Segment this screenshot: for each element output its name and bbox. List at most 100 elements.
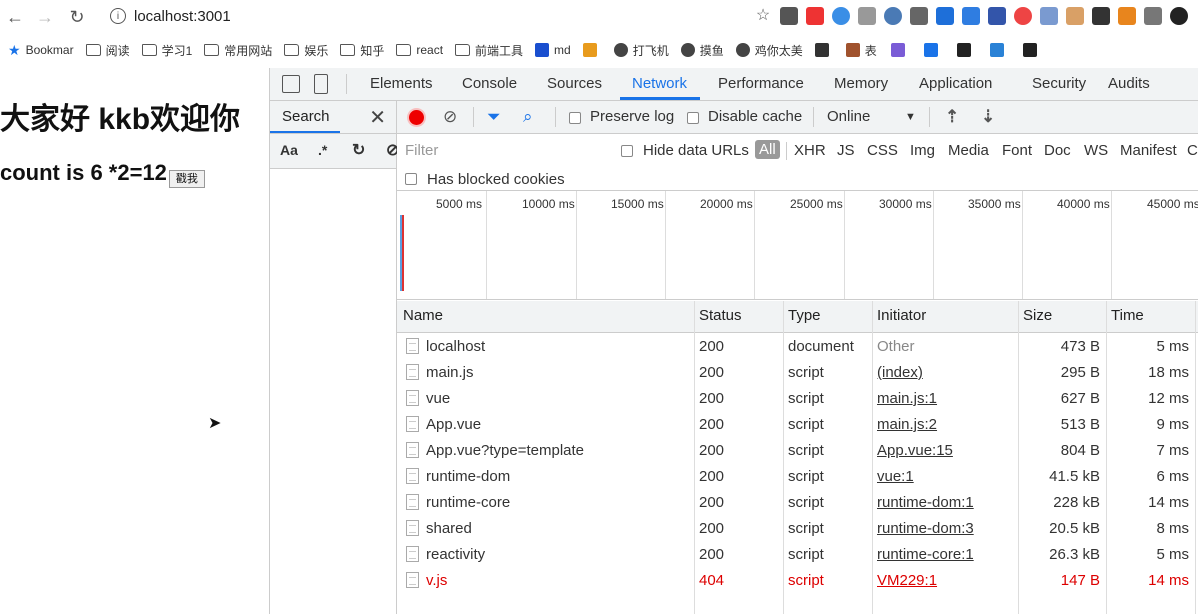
bookmark-favicon-icon[interactable] <box>989 43 1004 57</box>
table-row[interactable]: runtime-core 200 script runtime-dom:1 228 kB… <box>397 489 1198 515</box>
request-initiator[interactable]: (index) <box>877 364 923 381</box>
filter-type-all[interactable]: All <box>755 140 780 159</box>
bookmark-item[interactable]: ★ Bookmar <box>8 42 74 59</box>
site-info-icon[interactable]: i <box>110 8 126 24</box>
blocked-cookies-checkbox[interactable] <box>405 173 417 185</box>
tab-network[interactable]: Network <box>632 68 687 100</box>
filter-type-font[interactable]: Font <box>1002 142 1032 159</box>
network-overview[interactable]: 5000 ms 10000 ms 15000 ms 20000 ms 25000 ms 3… <box>397 191 1198 300</box>
tab-console[interactable]: Console <box>462 68 517 100</box>
throttle-select[interactable]: Online <box>827 108 870 125</box>
column-header-type[interactable]: Type <box>788 307 821 324</box>
extension-window-icon[interactable] <box>988 7 1006 25</box>
disable-cache-checkbox[interactable] <box>687 112 699 124</box>
bookmark-item[interactable]: react <box>396 43 443 57</box>
bookmark-item[interactable]: 阅读 <box>85 42 130 59</box>
request-initiator[interactable]: runtime-dom:1 <box>877 494 974 511</box>
request-initiator[interactable]: main.js:2 <box>877 416 937 433</box>
extension-qr-icon[interactable] <box>1092 7 1110 25</box>
table-row[interactable]: localhost 200 document Other 473 B 5 ms <box>397 333 1198 359</box>
search-tab[interactable]: Search <box>270 101 340 133</box>
address-bar[interactable]: localhost:3001 <box>134 8 231 25</box>
request-initiator[interactable]: vue:1 <box>877 468 914 485</box>
extension-robot-icon[interactable] <box>1040 7 1058 25</box>
bookmark-item[interactable]: md <box>535 43 571 57</box>
forward-button[interactable]: → <box>34 6 56 28</box>
poke-button[interactable]: 戳我 <box>168 170 205 188</box>
tab-memory[interactable]: Memory <box>834 68 888 100</box>
filter-type-xhr[interactable]: XHR <box>794 142 826 159</box>
column-header-size[interactable]: Size <box>1023 307 1052 324</box>
extension-v-icon[interactable] <box>936 7 954 25</box>
bookmark-item[interactable]: 娱乐 <box>284 42 328 59</box>
column-header-time[interactable]: Time <box>1111 307 1144 324</box>
bookmark-favicon-icon[interactable] <box>956 43 971 57</box>
extension-recycle-icon[interactable] <box>780 7 798 25</box>
column-header-name[interactable]: Name <box>403 307 443 324</box>
filter-input[interactable]: Filter <box>405 142 438 159</box>
filter-type-img[interactable]: Img <box>910 142 935 159</box>
tab-application[interactable]: Application <box>919 68 992 100</box>
tab-audits[interactable]: Audits <box>1108 68 1150 100</box>
bookmark-item[interactable]: 前端工具 <box>455 42 523 59</box>
request-initiator[interactable]: main.js:1 <box>877 390 937 407</box>
request-initiator[interactable]: runtime-dom:3 <box>877 520 974 537</box>
extension-fe-icon[interactable] <box>806 7 824 25</box>
refresh-icon[interactable]: ↻ <box>352 140 365 160</box>
bookmark-item[interactable] <box>814 43 834 57</box>
bookmark-item[interactable]: 表 <box>845 42 877 59</box>
extension-fox-icon[interactable] <box>1118 7 1136 25</box>
tab-sources[interactable]: Sources <box>547 68 602 100</box>
extension-v2-icon[interactable] <box>1144 7 1162 25</box>
record-icon[interactable] <box>409 110 424 125</box>
bookmark-item[interactable]: 知乎 <box>340 42 384 59</box>
filter-type-ws[interactable]: WS <box>1084 142 1108 159</box>
bookmark-item[interactable]: 常用网站 <box>204 42 272 59</box>
inspect-element-icon[interactable] <box>282 75 300 93</box>
back-button[interactable]: ← <box>4 6 26 28</box>
import-har-icon[interactable]: ⇡ <box>945 107 959 127</box>
request-initiator[interactable]: VM229:1 <box>877 572 937 589</box>
bookmark-item[interactable]: 学习1 <box>141 42 192 59</box>
export-har-icon[interactable]: ⇣ <box>981 107 995 127</box>
close-icon[interactable]: ✕ <box>369 105 386 130</box>
column-header-initiator[interactable]: Initiator <box>877 307 926 324</box>
filter-type-css[interactable]: CSS <box>867 142 898 159</box>
extension-shield-icon[interactable] <box>858 7 876 25</box>
filter-type-js[interactable]: JS <box>837 142 855 159</box>
filter-icon[interactable]: ⏷ <box>487 107 501 127</box>
bookmark-item[interactable]: 打飞机 <box>613 42 669 59</box>
bookmark-item[interactable]: 鸡你太美 <box>735 42 803 59</box>
table-row[interactable]: reactivity 200 script runtime-core:1 26.3 kB… <box>397 541 1198 567</box>
tab-elements[interactable]: Elements <box>370 68 433 100</box>
bookmark-item[interactable]: 摸鱼 <box>680 42 724 59</box>
clear-log-icon[interactable]: ⊘ <box>443 107 457 127</box>
search-icon[interactable]: ⌕ <box>523 107 533 127</box>
extension-pocket-icon[interactable] <box>962 7 980 25</box>
request-initiator[interactable]: runtime-core:1 <box>877 546 974 563</box>
extension-face-icon[interactable] <box>1066 7 1084 25</box>
bookmark-favicon-icon[interactable] <box>890 43 905 57</box>
filter-type-manifest[interactable]: Manifest <box>1120 142 1177 159</box>
regex-icon[interactable]: .* <box>318 142 327 158</box>
filter-type-media[interactable]: Media <box>948 142 989 159</box>
reload-button[interactable]: ↻ <box>66 6 88 28</box>
bookmark-favicon-icon[interactable] <box>923 43 938 57</box>
table-row[interactable]: App.vue?type=template 200 script App.vue:15… <box>397 437 1198 463</box>
match-case-icon[interactable]: Aa <box>280 142 298 158</box>
table-row[interactable]: shared 200 script runtime-dom:3 20.5 kB 8 ms <box>397 515 1198 541</box>
column-header-status[interactable]: Status <box>699 307 742 324</box>
extension-globe-icon[interactable] <box>884 7 902 25</box>
request-initiator[interactable]: App.vue:15 <box>877 442 953 459</box>
bookmark-star-icon[interactable]: ☆ <box>754 7 772 25</box>
table-row[interactable]: App.vue 200 script main.js:2 513 B 9 ms <box>397 411 1198 437</box>
extension-check-icon[interactable] <box>832 7 850 25</box>
tab-security[interactable]: Security <box>1032 68 1086 100</box>
filter-type-doc[interactable]: Doc <box>1044 142 1071 159</box>
extension-guard-icon[interactable] <box>910 7 928 25</box>
device-toolbar-icon[interactable] <box>314 74 328 94</box>
preserve-log-checkbox[interactable] <box>569 112 581 124</box>
filter-type-c[interactable]: C <box>1187 142 1198 159</box>
hide-data-urls-checkbox[interactable] <box>621 145 633 157</box>
extension-dots-icon[interactable] <box>1170 7 1188 25</box>
